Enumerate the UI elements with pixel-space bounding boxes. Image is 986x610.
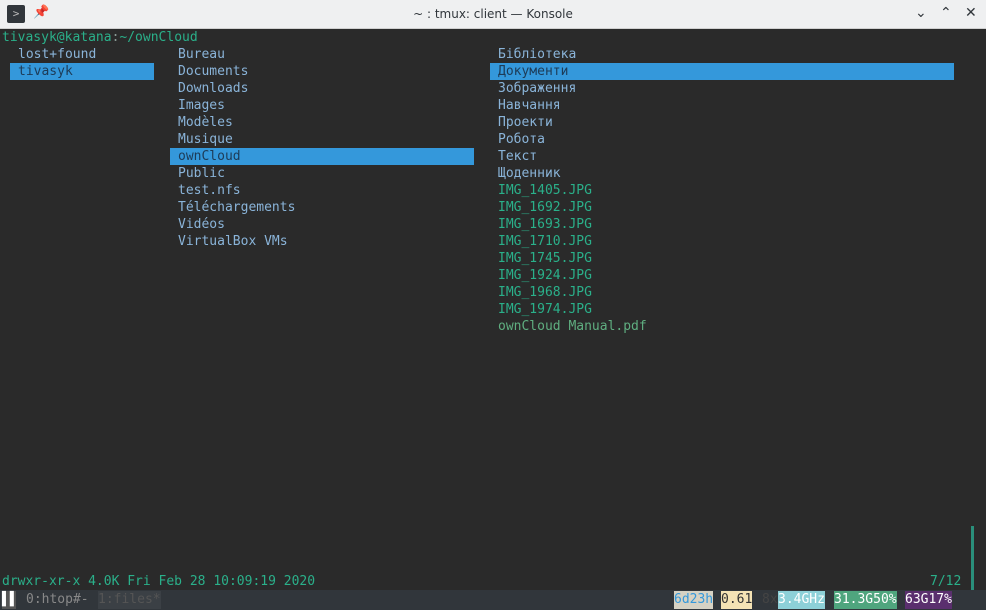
col2-item[interactable]: Public	[170, 165, 474, 182]
position-indicator: 7/12	[930, 574, 962, 589]
col3_images-item[interactable]: IMG_1405.JPG	[490, 182, 954, 199]
uptime: 6d23h	[674, 591, 714, 609]
col3_images-item[interactable]: IMG_1692.JPG	[490, 199, 954, 216]
terminal[interactable]: tivasyk@katana:~/ownCloud drwxr-xr-x 4.0…	[0, 29, 986, 599]
prompt-path: ~/ownCloud	[119, 30, 198, 45]
col2-item[interactable]: Downloads	[170, 80, 474, 97]
col3_images-item[interactable]: IMG_1710.JPG	[490, 233, 954, 250]
col2-item[interactable]: ownCloud	[170, 148, 474, 165]
col3_files-item[interactable]: ownCloud Manual.pdf	[490, 318, 954, 335]
col2-item[interactable]: Documents	[170, 63, 474, 80]
tmux-window-1[interactable]: 1:files*	[98, 591, 161, 609]
close-button[interactable]: ✕	[965, 5, 977, 21]
col3_dirs-item[interactable]: Бібліотека	[490, 46, 954, 63]
cpu-freq: 3.4GHz	[778, 591, 825, 609]
col3_dirs-item[interactable]: Проекти	[490, 114, 954, 131]
minimize-button[interactable]: ⌄	[915, 5, 927, 21]
col1-item[interactable]: tivasyk	[10, 63, 154, 80]
col1-item[interactable]: lost+found	[10, 46, 154, 63]
memory-usage: 31.3G50%	[834, 591, 897, 609]
tmux-session-icon: ▌▌	[2, 591, 18, 609]
window-title: ~ : tmux: client — Konsole	[413, 7, 573, 21]
maximize-button[interactable]: ⌃	[940, 5, 952, 21]
col3_images-item[interactable]: IMG_1924.JPG	[490, 267, 954, 284]
col3_dirs-item[interactable]: Робота	[490, 131, 954, 148]
load-average: 0.61	[721, 591, 753, 609]
tmux-status-bar: ▌▌ 0:htop#- 1:files* 6d23h 0.61 8x 3.4GH…	[0, 590, 986, 610]
col3_dirs-item[interactable]: Документи	[490, 63, 954, 80]
col2-item[interactable]: Bureau	[170, 46, 474, 63]
col2-item[interactable]: Images	[170, 97, 474, 114]
col2-item[interactable]: Musique	[170, 131, 474, 148]
prompt: tivasyk@katana:~/ownCloud	[2, 29, 198, 46]
file-info: drwxr-xr-x 4.0K Fri Feb 28 10:09:19 2020	[2, 574, 316, 589]
col2-item[interactable]: Téléchargements	[170, 199, 474, 216]
cpu-cores: 8x	[762, 592, 778, 607]
col2-item[interactable]: test.nfs	[170, 182, 474, 199]
col3_images-item[interactable]: IMG_1745.JPG	[490, 250, 954, 267]
tmux-window-0[interactable]: 0:htop#-	[26, 591, 89, 609]
col3_dirs-item[interactable]: Щоденник	[490, 165, 954, 182]
col3_dirs-item[interactable]: Зображення	[490, 80, 954, 97]
col3_images-item[interactable]: IMG_1974.JPG	[490, 301, 954, 318]
disk-usage: 63G17%	[905, 591, 952, 609]
title-bar: > 📌 ~ : tmux: client — Konsole ⌄ ⌃ ✕	[0, 0, 986, 29]
col3_dirs-item[interactable]: Навчання	[490, 97, 954, 114]
col2-item[interactable]: VirtualBox VMs	[170, 233, 474, 250]
col3_images-item[interactable]: IMG_1693.JPG	[490, 216, 954, 233]
col3_images-item[interactable]: IMG_1968.JPG	[490, 284, 954, 301]
col2-item[interactable]: Modèles	[170, 114, 474, 131]
scrollbar[interactable]	[971, 526, 974, 599]
col3_dirs-item[interactable]: Текст	[490, 148, 954, 165]
col2-item[interactable]: Vidéos	[170, 216, 474, 233]
prompt-user-host: tivasyk@katana	[2, 30, 112, 45]
